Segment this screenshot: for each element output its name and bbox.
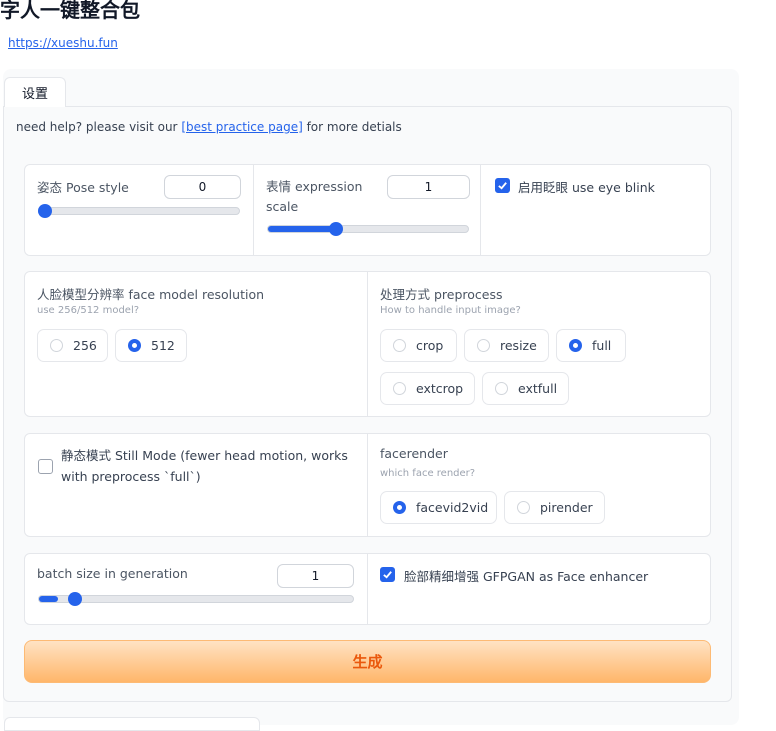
- expression-scale-group: 表情 expression scale 1: [253, 165, 481, 255]
- radio-pirender[interactable]: pirender: [504, 491, 605, 524]
- preprocess-info: How to handle input image?: [380, 305, 521, 316]
- radio-512-indicator: [128, 339, 141, 352]
- batch-size-label: batch size in generation: [37, 566, 188, 581]
- eye-blink-checkbox[interactable]: [495, 178, 510, 193]
- facerender-group: facerender which face render? facevid2vi…: [367, 434, 710, 536]
- radio-full-label: full: [592, 338, 612, 353]
- radio-extcrop[interactable]: extcrop: [380, 372, 475, 405]
- radio-full-indicator: [569, 339, 582, 352]
- radio-256-indicator: [50, 339, 63, 352]
- expression-scale-label: 表情 expression scale: [266, 179, 363, 214]
- tab-settings[interactable]: 设置: [4, 77, 66, 107]
- preprocess-label: 处理方式 preprocess: [380, 287, 503, 302]
- eye-blink-label: 启用眨眼 use eye blink: [518, 180, 655, 195]
- expression-scale-slider-thumb[interactable]: [329, 222, 344, 236]
- expression-scale-number-input[interactable]: 1: [387, 175, 470, 199]
- face-model-resolution-info: use 256/512 model?: [37, 305, 140, 316]
- radio-512-label: 512: [151, 338, 175, 353]
- face-enhancer-checkbox[interactable]: [380, 567, 395, 582]
- still-mode-checkbox[interactable]: [38, 459, 53, 474]
- pose-style-number-input[interactable]: 0: [164, 175, 241, 199]
- radio-resize[interactable]: resize: [464, 329, 549, 362]
- radio-facevid2vid-label: facevid2vid: [416, 500, 489, 515]
- radio-resize-indicator: [477, 339, 490, 352]
- batch-size-slider-track[interactable]: [38, 595, 354, 603]
- pose-style-slider-thumb[interactable]: [38, 204, 52, 218]
- radio-512[interactable]: 512: [115, 329, 187, 362]
- pose-style-slider-track[interactable]: [38, 207, 240, 215]
- eye-blink-group: 启用眨眼 use eye blink: [480, 165, 710, 255]
- expression-scale-slider-track[interactable]: [267, 225, 469, 233]
- radio-full[interactable]: full: [556, 329, 626, 362]
- radio-crop-indicator: [393, 339, 406, 352]
- radio-crop-label: crop: [416, 338, 444, 353]
- row-batch-enhancer: batch size in generation 1 脸部精细增强 GFPGAN…: [24, 553, 711, 625]
- bottom-tab[interactable]: [4, 717, 260, 731]
- page-title: 字人一键整合包: [0, 0, 140, 22]
- radio-facevid2vid-indicator: [393, 501, 406, 514]
- radio-pirender-indicator: [517, 501, 530, 514]
- pose-style-group: 姿态 Pose style 0: [25, 165, 253, 255]
- radio-256-label: 256: [73, 338, 97, 353]
- radio-facevid2vid[interactable]: facevid2vid: [380, 491, 497, 524]
- preprocess-group: 处理方式 preprocess How to handle input imag…: [367, 272, 710, 416]
- help-text: need help? please visit our [best practi…: [16, 120, 402, 134]
- pose-style-label: 姿态 Pose style: [37, 180, 129, 195]
- row-model-preprocess: 人脸模型分辨率 face model resolution use 256/51…: [24, 271, 711, 417]
- batch-size-group: batch size in generation 1: [25, 554, 367, 624]
- header-link[interactable]: https://xueshu.fun: [8, 36, 118, 50]
- batch-size-slider-fill: [39, 596, 58, 602]
- expression-scale-slider-fill: [268, 226, 334, 232]
- check-icon: [498, 182, 507, 190]
- face-enhancer-group: 脸部精细增强 GFPGAN as Face enhancer: [367, 554, 710, 624]
- radio-extcrop-indicator: [393, 382, 406, 395]
- radio-extfull-indicator: [495, 382, 508, 395]
- facerender-info: which face render?: [380, 468, 476, 479]
- radio-extfull-label: extfull: [518, 381, 558, 396]
- generate-button[interactable]: 生成: [24, 640, 711, 683]
- best-practice-link[interactable]: [best practice page]: [181, 120, 302, 134]
- help-suffix: for more detials: [302, 120, 402, 134]
- row-pose-expression: 姿态 Pose style 0 表情 expression scale 1 启用…: [24, 164, 711, 256]
- radio-crop[interactable]: crop: [380, 329, 457, 362]
- radio-extfull[interactable]: extfull: [482, 372, 569, 405]
- radio-extcrop-label: extcrop: [416, 381, 464, 396]
- facerender-label: facerender: [380, 446, 448, 461]
- batch-size-number-input[interactable]: 1: [277, 564, 354, 588]
- still-mode-label: 静态模式 Still Mode (fewer head motion, work…: [61, 448, 348, 484]
- radio-pirender-label: pirender: [540, 500, 593, 515]
- face-model-resolution-group: 人脸模型分辨率 face model resolution use 256/51…: [25, 272, 367, 416]
- face-model-resolution-label: 人脸模型分辨率 face model resolution: [37, 287, 265, 302]
- check-icon: [383, 571, 392, 579]
- help-prefix: need help? please visit our: [16, 120, 182, 134]
- batch-size-slider-thumb[interactable]: [68, 592, 82, 606]
- row-still-facerender: 静态模式 Still Mode (fewer head motion, work…: [24, 433, 711, 537]
- radio-resize-label: resize: [500, 338, 537, 353]
- face-enhancer-label: 脸部精细增强 GFPGAN as Face enhancer: [404, 569, 649, 584]
- radio-256[interactable]: 256: [37, 329, 108, 362]
- still-mode-group: 静态模式 Still Mode (fewer head motion, work…: [25, 434, 367, 536]
